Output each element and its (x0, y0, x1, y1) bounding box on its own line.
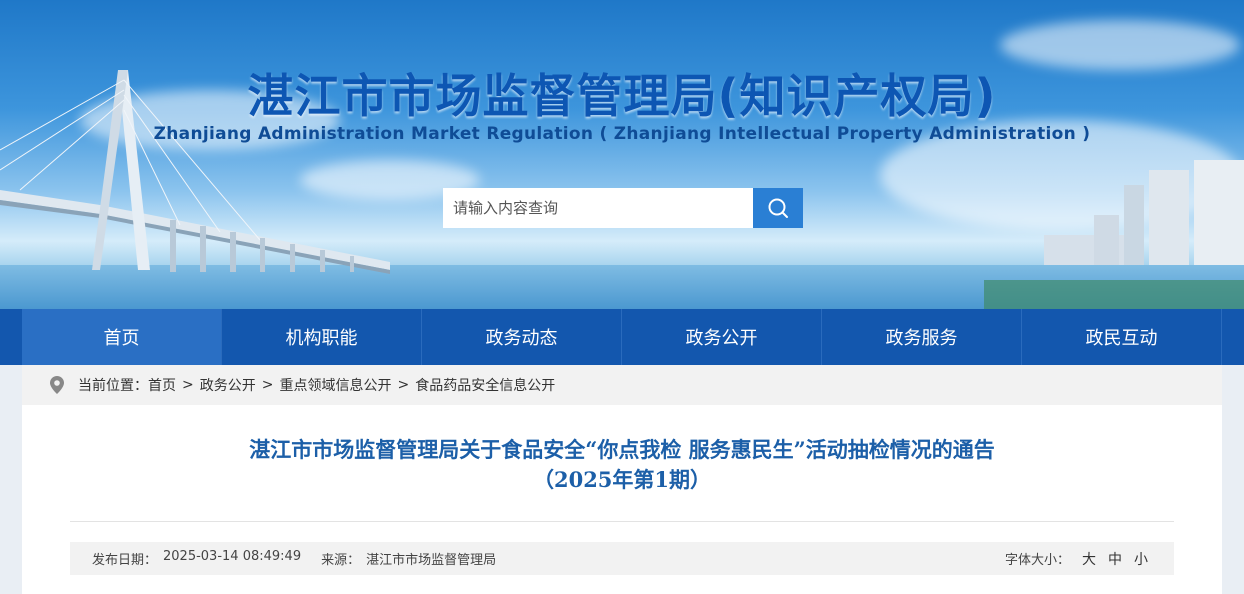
nav-item-news[interactable]: 政务动态 (422, 309, 622, 365)
site-title: 湛江市市场监督管理局(知识产权局) (247, 69, 997, 123)
location-pin-icon (50, 376, 64, 394)
breadcrumb-prefix: 当前位置： (78, 378, 148, 394)
nav-spacer (0, 309, 22, 365)
article-title-line2: （2025年第1期） (532, 467, 712, 492)
nav-item-disclosure[interactable]: 政务公开 (622, 309, 822, 365)
breadcrumb-item-key-areas[interactable]: 重点领域信息公开 (279, 375, 391, 395)
skyline-illustration (984, 160, 1244, 309)
breadcrumb-item-food-drug[interactable]: 食品药品安全信息公开 (415, 375, 555, 395)
search-input[interactable] (443, 188, 753, 228)
article-title-line1: 湛江市市场监督管理局关于食品安全“你点我检 服务惠民生”活动抽检情况的通告 (249, 437, 995, 462)
main-nav: 首页 机构职能 政务动态 政务公开 政务服务 政民互动 (0, 309, 1244, 365)
font-size-large-button[interactable]: 大 (1082, 549, 1096, 569)
site-subtitle: Zhanjiang Administration Market Regulati… (153, 124, 1091, 144)
breadcrumb-item-disclosure[interactable]: 政务公开 (200, 375, 256, 395)
article-container: 湛江市市场监督管理局关于食品安全“你点我检 服务惠民生”活动抽检情况的通告 （2… (22, 405, 1222, 594)
breadcrumb-separator: > (261, 377, 274, 393)
nav-item-home[interactable]: 首页 (22, 309, 222, 365)
article-meta-bar: 发布日期： 2025-03-14 08:49:49 来源： 湛江市市场监督管理局… (70, 542, 1174, 575)
breadcrumb: 当前位置： 首页 > 政务公开 > 重点领域信息公开 > 食品药品安全信息公开 (22, 365, 1222, 405)
breadcrumb-separator: > (182, 377, 194, 393)
header-banner: 湛江市市场监督管理局(知识产权局) Zhanjiang Administrati… (0, 0, 1244, 309)
nav-item-functions[interactable]: 机构职能 (222, 309, 422, 365)
publish-date-label: 发布日期： (92, 553, 158, 568)
nav-item-services[interactable]: 政务服务 (822, 309, 1022, 365)
title-divider (70, 521, 1174, 522)
search-box (443, 188, 803, 228)
search-button[interactable] (753, 188, 803, 228)
publish-date-value: 2025-03-14 08:49:49 (163, 549, 302, 564)
search-icon (768, 198, 788, 218)
font-size-small-button[interactable]: 小 (1134, 549, 1148, 569)
font-size-medium-button[interactable]: 中 (1108, 549, 1122, 569)
source-value: 湛江市市场监督管理局 (366, 553, 497, 568)
font-size-label: 字体大小： (1004, 553, 1070, 568)
nav-item-interaction[interactable]: 政民互动 (1022, 309, 1222, 365)
article-title: 湛江市市场监督管理局关于食品安全“你点我检 服务惠民生”活动抽检情况的通告 （2… (22, 435, 1222, 495)
breadcrumb-item-home[interactable]: 首页 (148, 375, 176, 395)
breadcrumb-separator: > (397, 377, 410, 393)
bridge-illustration (0, 70, 390, 274)
source-label: 来源： (321, 553, 361, 568)
